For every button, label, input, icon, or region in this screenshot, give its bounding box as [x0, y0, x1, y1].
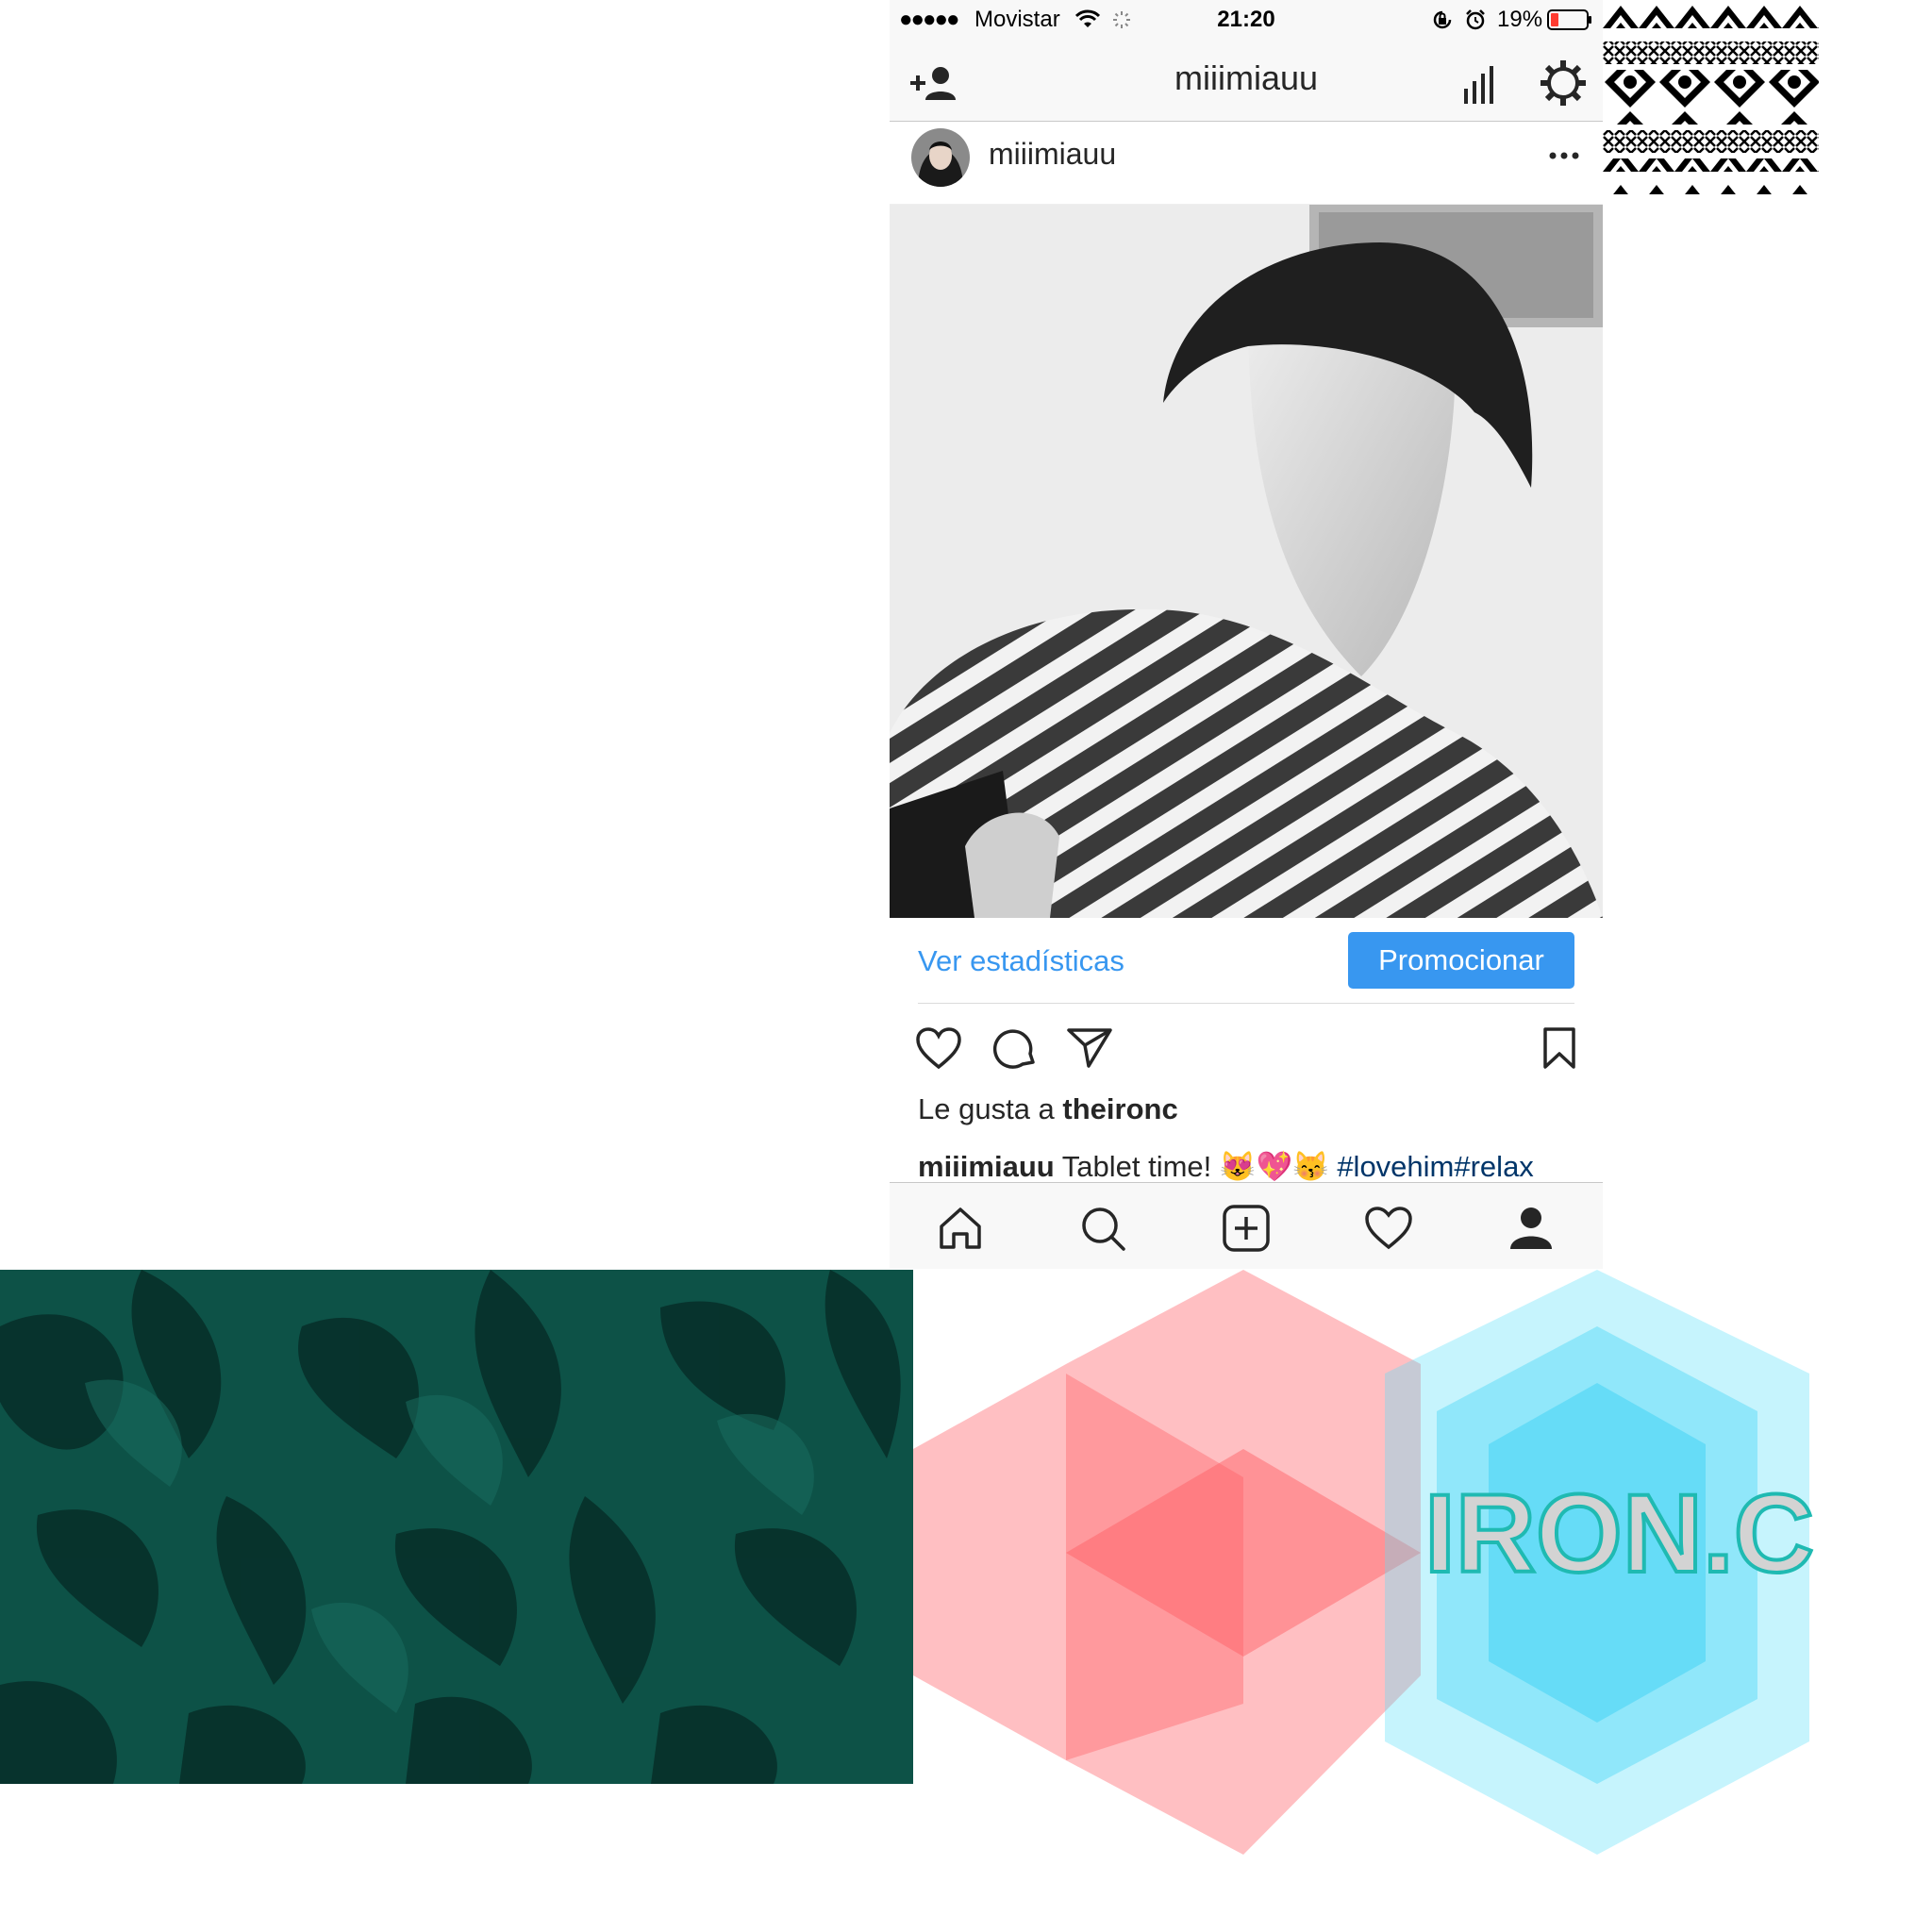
- tribal-pattern: [1603, 0, 1819, 194]
- view-stats-link[interactable]: Ver estadísticas: [918, 944, 1124, 978]
- share-send-icon[interactable]: [1066, 1026, 1113, 1070]
- bookmark-icon[interactable]: [1541, 1026, 1578, 1070]
- profile-icon[interactable]: [1505, 1202, 1557, 1255]
- like-heart-icon[interactable]: [915, 1026, 962, 1070]
- home-icon[interactable]: [934, 1202, 987, 1255]
- battery-percent: 19%: [1497, 7, 1543, 32]
- insights-icon[interactable]: [1460, 64, 1498, 106]
- new-post-icon[interactable]: [1220, 1202, 1273, 1255]
- post-header: miiimiauu: [890, 122, 1603, 205]
- liked-by-user[interactable]: theironc: [1062, 1092, 1177, 1125]
- rotation-lock-icon: [1433, 10, 1452, 29]
- search-icon[interactable]: [1076, 1202, 1129, 1255]
- post-photo[interactable]: [890, 205, 1603, 918]
- status-bar: ●●●●● Movistar 21:20 19%: [890, 0, 1603, 40]
- promote-button[interactable]: Promocionar: [1348, 932, 1574, 989]
- portrait-image: [890, 205, 1603, 918]
- caption-hashtags[interactable]: #lovehim#relax: [1337, 1150, 1534, 1183]
- leaf-texture: [0, 1270, 913, 1784]
- activity-heart-icon[interactable]: [1362, 1202, 1415, 1255]
- status-time: 21:20: [1217, 7, 1275, 32]
- battery-icon: [1547, 9, 1591, 30]
- likes-prefix: Le gusta a: [918, 1092, 1055, 1125]
- bottom-tab-bar: [890, 1182, 1603, 1269]
- comment-icon[interactable]: [992, 1026, 1038, 1072]
- alarm-icon: [1466, 9, 1485, 30]
- caption-text: Tablet time! 😻💖😽: [1061, 1150, 1329, 1183]
- post-username[interactable]: miiimiauu: [989, 137, 1116, 172]
- caption-username[interactable]: miiimiauu: [918, 1150, 1055, 1183]
- iron-c-logo: IRON.C: [913, 1270, 1816, 1855]
- instagram-screen: ●●●●● Movistar 21:20 19% miiimiauu miiim…: [890, 0, 1603, 1269]
- avatar[interactable]: [910, 127, 971, 188]
- settings-gear-icon[interactable]: [1539, 58, 1588, 108]
- leaf-shapes: [0, 1270, 913, 1784]
- profile-nav-bar: miiimiauu: [890, 40, 1603, 122]
- post-caption: miiimiauu Tablet time! 😻💖😽 #lovehim#rela…: [918, 1149, 1534, 1184]
- more-options-icon[interactable]: [1547, 150, 1581, 161]
- post-insights-bar: Ver estadísticas Promocionar: [918, 920, 1574, 1004]
- logo-text: IRON.C: [1424, 1472, 1814, 1596]
- likes-line: Le gusta a theironc: [918, 1092, 1178, 1126]
